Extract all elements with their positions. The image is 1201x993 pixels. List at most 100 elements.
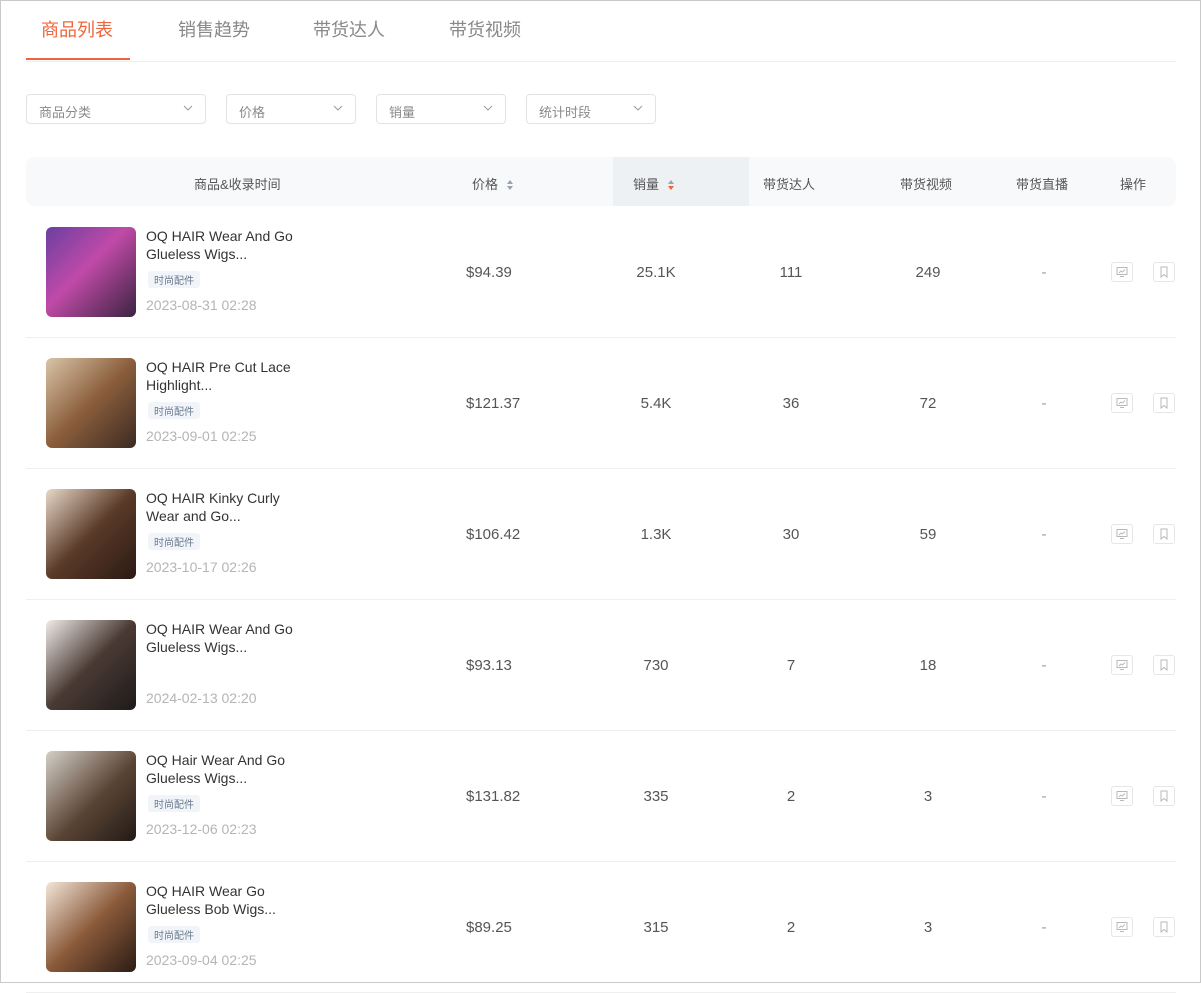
product-title[interactable]: OQ HAIR Wear Go Glueless Bob Wigs... [146, 882, 296, 918]
chevron-down-icon [483, 105, 493, 111]
chevron-down-icon [183, 105, 193, 111]
tab-sales-trend[interactable]: 销售趋势 [178, 16, 250, 42]
influencers-cell: 7 [786, 657, 796, 674]
bookmark-button[interactable] [1153, 262, 1175, 282]
column-header-influencers: 带货达人 [763, 177, 816, 192]
sales-cell: 730 [643, 657, 669, 674]
monitor-icon [1116, 922, 1128, 932]
price-filter[interactable]: 价格 [226, 94, 356, 124]
monitor-button[interactable] [1111, 917, 1133, 937]
category-filter-placeholder: 商品分类 [39, 105, 92, 120]
bookmark-button[interactable] [1153, 655, 1175, 675]
monitor-button[interactable] [1111, 524, 1133, 544]
category-tag: 时尚配件 [148, 402, 200, 419]
bookmark-icon [1160, 397, 1168, 409]
record-time: 2023-09-01 02:25 [146, 428, 257, 444]
live-cell: - [1041, 395, 1047, 412]
monitor-icon [1116, 529, 1128, 539]
sales-cell: 1.3K [640, 526, 672, 543]
column-header-product: 商品&收录时间 [194, 177, 281, 192]
table-header: 商品&收录时间 价格 销量 带货达人 带货视频 带货直播 操作 [26, 157, 1176, 206]
bookmark-icon [1160, 528, 1168, 540]
product-thumbnail[interactable] [46, 489, 136, 579]
bookmark-icon [1160, 790, 1168, 802]
monitor-button[interactable] [1111, 393, 1133, 413]
price-cell: $89.25 [466, 919, 512, 936]
sort-desc-icon[interactable] [667, 179, 675, 191]
videos-cell: 249 [915, 264, 941, 281]
period-filter[interactable]: 统计时段 [526, 94, 656, 124]
monitor-icon [1116, 398, 1128, 408]
column-header-live: 带货直播 [1016, 177, 1069, 192]
bookmark-icon [1160, 659, 1168, 671]
chevron-down-icon [633, 105, 643, 111]
category-tag: 时尚配件 [148, 795, 200, 812]
monitor-button[interactable] [1111, 262, 1133, 282]
price-cell: $106.42 [466, 526, 521, 543]
record-time: 2023-12-06 02:23 [146, 821, 257, 837]
sort-icon[interactable] [506, 179, 514, 191]
influencers-cell: 36 [782, 395, 800, 412]
product-title[interactable]: OQ HAIR Wear And Go Glueless Wigs... [146, 620, 296, 656]
record-time: 2023-08-31 02:28 [146, 297, 257, 313]
table-row: OQ HAIR Wear And Go Glueless Wigs... 时尚配… [26, 207, 1176, 338]
bookmark-button[interactable] [1153, 786, 1175, 806]
videos-cell: 3 [923, 788, 933, 805]
product-title[interactable]: OQ HAIR Wear And Go Glueless Wigs... [146, 227, 296, 263]
period-filter-placeholder: 统计时段 [539, 105, 592, 120]
product-title[interactable]: OQ Hair Wear And Go Glueless Wigs... [146, 751, 296, 787]
price-filter-placeholder: 价格 [239, 105, 266, 120]
category-filter[interactable]: 商品分类 [26, 94, 206, 124]
monitor-button[interactable] [1111, 655, 1133, 675]
column-header-actions: 操作 [1120, 177, 1147, 192]
product-title[interactable]: OQ HAIR Pre Cut Lace Highlight... [146, 358, 296, 394]
bookmark-button[interactable] [1153, 524, 1175, 544]
column-header-price-label: 价格 [472, 177, 499, 192]
price-cell: $93.13 [466, 657, 512, 674]
price-cell: $131.82 [466, 788, 521, 805]
table-row: OQ HAIR Wear And Go Glueless Wigs... 202… [26, 600, 1176, 731]
monitor-icon [1116, 660, 1128, 670]
sales-cell: 5.4K [640, 395, 672, 412]
product-title[interactable]: OQ HAIR Kinky Curly Wear and Go... [146, 489, 296, 525]
monitor-icon [1116, 791, 1128, 801]
column-header-price[interactable]: 价格 [472, 174, 514, 193]
product-thumbnail[interactable] [46, 751, 136, 841]
product-thumbnail[interactable] [46, 227, 136, 317]
bookmark-button[interactable] [1153, 917, 1175, 937]
column-header-sales-label: 销量 [633, 177, 660, 192]
record-time: 2024-02-13 02:20 [146, 690, 257, 706]
table-row: OQ HAIR Wear Go Glueless Bob Wigs... 时尚配… [26, 862, 1176, 993]
category-tag: 时尚配件 [148, 533, 200, 550]
sales-filter-placeholder: 销量 [389, 105, 416, 120]
bookmark-icon [1160, 266, 1168, 278]
bookmark-icon [1160, 921, 1168, 933]
live-cell: - [1041, 919, 1047, 936]
column-header-videos: 带货视频 [900, 177, 953, 192]
column-header-sales[interactable]: 销量 [633, 174, 675, 193]
product-thumbnail[interactable] [46, 358, 136, 448]
chevron-down-icon [333, 105, 343, 111]
table-row: OQ HAIR Pre Cut Lace Highlight... 时尚配件 2… [26, 338, 1176, 469]
live-cell: - [1041, 657, 1047, 674]
monitor-button[interactable] [1111, 786, 1133, 806]
table-row: OQ HAIR Kinky Curly Wear and Go... 时尚配件 … [26, 469, 1176, 600]
price-cell: $94.39 [466, 264, 512, 281]
sales-cell: 315 [643, 919, 669, 936]
videos-cell: 72 [919, 395, 937, 412]
category-tag: 时尚配件 [148, 271, 200, 288]
videos-cell: 59 [919, 526, 937, 543]
sales-filter[interactable]: 销量 [376, 94, 506, 124]
tab-product-list[interactable]: 商品列表 [41, 16, 113, 42]
tab-videos[interactable]: 带货视频 [449, 16, 521, 42]
bookmark-button[interactable] [1153, 393, 1175, 413]
tab-influencers[interactable]: 带货达人 [313, 16, 385, 42]
tab-bar: 商品列表 销售趋势 带货达人 带货视频 [26, 0, 1176, 62]
price-cell: $121.37 [466, 395, 521, 412]
active-tab-underline [26, 58, 130, 60]
live-cell: - [1041, 264, 1047, 281]
record-time: 2023-09-04 02:25 [146, 952, 257, 968]
product-thumbnail[interactable] [46, 882, 136, 972]
influencers-cell: 2 [786, 919, 796, 936]
product-thumbnail[interactable] [46, 620, 136, 710]
